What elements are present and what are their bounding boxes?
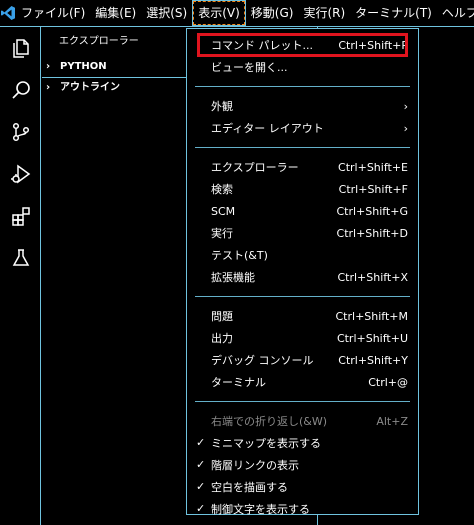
view-menu-item[interactable]: 外観 › bbox=[187, 95, 418, 117]
source-control-icon[interactable] bbox=[0, 111, 41, 153]
view-menu-item[interactable]: ✓ 階層リンクの表示 bbox=[187, 454, 418, 476]
chevron-right-icon: › bbox=[403, 121, 408, 135]
view-menu-dropdown: コマンド パレット... Ctrl+Shift+P ビューを開く... 外観 › エディタ… bbox=[186, 28, 419, 516]
extensions-icon[interactable] bbox=[0, 195, 41, 237]
view-menu-item[interactable]: テスト(&T) bbox=[187, 244, 418, 266]
menu-item-3[interactable]: 表示(V) bbox=[192, 0, 246, 26]
section-label: PYTHON bbox=[60, 61, 107, 72]
menu-item-label: テスト(&T) bbox=[211, 249, 268, 262]
menu-item-label: ターミナル bbox=[211, 376, 266, 389]
view-menu-item[interactable]: 検索 Ctrl+Shift+F bbox=[187, 178, 418, 200]
menu-item-label: 拡張機能 bbox=[211, 271, 255, 284]
menu-separator bbox=[195, 296, 410, 297]
testing-icon[interactable] bbox=[0, 237, 41, 279]
menu-item-4[interactable]: 移動(G) bbox=[246, 0, 299, 26]
view-menu-item[interactable]: ✓ 空白を描画する bbox=[187, 476, 418, 498]
menu-item-label: ビューを開く... bbox=[211, 61, 288, 74]
menu-item-1[interactable]: 編集(E) bbox=[90, 0, 141, 26]
checkmark-icon: ✓ bbox=[196, 436, 206, 449]
menu-item-label: 実行 bbox=[211, 227, 233, 240]
search-icon[interactable] bbox=[0, 69, 41, 111]
vscode-logo-icon bbox=[0, 0, 16, 26]
chevron-right-icon: › bbox=[403, 99, 408, 113]
activity-bar bbox=[0, 27, 41, 525]
view-menu-item[interactable]: 問題 Ctrl+Shift+M bbox=[187, 305, 418, 327]
menu-item-label: 右端での折り返し(&W) bbox=[211, 415, 328, 428]
menu-item-shortcut: Ctrl+Shift+D bbox=[336, 226, 408, 240]
menu-separator bbox=[195, 147, 410, 148]
menu-item-label: SCM bbox=[211, 204, 236, 218]
section-label: アウトライン bbox=[60, 81, 120, 93]
menu-item-label: 制御文字を表示する bbox=[211, 503, 310, 516]
menu-item-0[interactable]: ファイル(F) bbox=[16, 0, 90, 26]
menu-item-shortcut: Ctrl+Shift+M bbox=[335, 309, 409, 323]
menu-separator bbox=[195, 401, 410, 402]
menu-bar: ファイル(F) 編集(E) 選択(S) 表示(V) 移動(G) 実行(R) ターミナル(T)… bbox=[0, 0, 474, 27]
menu-item-label: 外観 bbox=[211, 100, 233, 113]
menu-item-6[interactable]: ターミナル(T) bbox=[350, 0, 437, 26]
view-menu-item[interactable]: ビューを開く... bbox=[187, 56, 418, 78]
menu-item-label: 検索 bbox=[211, 183, 233, 196]
menu-item-label: 階層リンクの表示 bbox=[211, 459, 299, 472]
view-menu-item[interactable]: ターミナル Ctrl+@ bbox=[187, 371, 418, 393]
checkmark-icon: ✓ bbox=[196, 480, 206, 493]
checkmark-icon: ✓ bbox=[196, 458, 206, 471]
menu-item-shortcut: Ctrl+Shift+Y bbox=[338, 353, 408, 367]
menu-item-label: エクスプローラー bbox=[211, 161, 299, 174]
menu-separator bbox=[195, 86, 410, 87]
view-menu-item[interactable]: ✓ 制御文字を表示する bbox=[187, 498, 418, 520]
view-menu-item[interactable]: 実行 Ctrl+Shift+D bbox=[187, 222, 418, 244]
menu-item-7[interactable]: ヘルプ(H) bbox=[437, 0, 474, 26]
menu-item-shortcut: Ctrl+@ bbox=[368, 375, 408, 389]
explorer-icon[interactable] bbox=[0, 27, 41, 69]
view-menu-item[interactable]: 右端での折り返し(&W) Alt+Z bbox=[187, 410, 418, 432]
view-menu-item[interactable]: 拡張機能 Ctrl+Shift+X bbox=[187, 266, 418, 288]
menu-item-label: 出力 bbox=[211, 332, 233, 345]
menu-item-shortcut: Ctrl+Shift+E bbox=[338, 160, 408, 174]
view-menu-item[interactable]: エクスプローラー Ctrl+Shift+E bbox=[187, 156, 418, 178]
menu-item-label: デバッグ コンソール bbox=[211, 354, 314, 367]
view-menu-item[interactable]: デバッグ コンソール Ctrl+Shift+Y bbox=[187, 349, 418, 371]
menu-item-shortcut: Ctrl+Shift+F bbox=[338, 182, 408, 196]
menu-item-label: 空白を描画する bbox=[211, 481, 288, 494]
view-menu-item[interactable]: 出力 Ctrl+Shift+U bbox=[187, 327, 418, 349]
highlight-box bbox=[197, 33, 408, 57]
chevron-right-icon: › bbox=[46, 61, 51, 72]
menu-item-label: エディター レイアウト bbox=[211, 122, 324, 135]
menu-item-shortcut: Ctrl+Shift+U bbox=[336, 331, 408, 345]
chevron-right-icon: › bbox=[46, 81, 51, 93]
view-menu-item[interactable]: エディター レイアウト › bbox=[187, 117, 418, 139]
checkmark-icon: ✓ bbox=[196, 502, 206, 515]
run-debug-icon[interactable] bbox=[0, 153, 41, 195]
menu-item-shortcut: Ctrl+Shift+G bbox=[336, 204, 408, 218]
view-menu-item[interactable]: ✓ ミニマップを表示する bbox=[187, 432, 418, 454]
menu-item-shortcut: Alt+Z bbox=[376, 414, 408, 428]
menu-item-2[interactable]: 選択(S) bbox=[141, 0, 192, 26]
menu-item-shortcut: Ctrl+Shift+X bbox=[337, 270, 408, 284]
menu-item-5[interactable]: 実行(R) bbox=[298, 0, 350, 26]
view-menu-item[interactable]: SCM Ctrl+Shift+G bbox=[187, 200, 418, 222]
menu-item-label: ミニマップを表示する bbox=[211, 437, 321, 450]
menu-item-label: 問題 bbox=[211, 310, 233, 323]
